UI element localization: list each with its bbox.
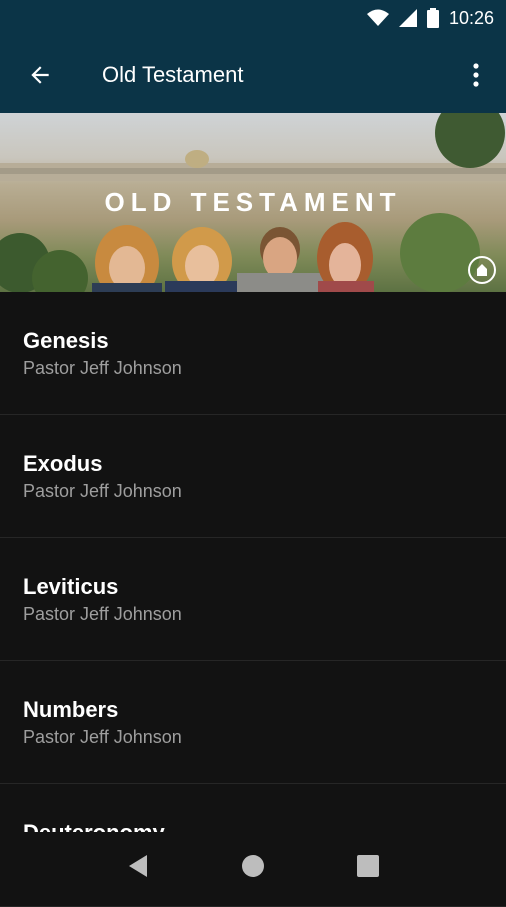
sermon-list: Genesis Pastor Jeff Johnson Exodus Pasto… (0, 292, 506, 907)
status-time: 10:26 (448, 7, 494, 28)
page-title: Old Testament (102, 61, 244, 87)
item-subtitle: Pastor Jeff Johnson (23, 358, 182, 378)
nav-recents-button[interactable] (348, 846, 388, 886)
nav-recents-icon (357, 855, 380, 877)
more-options-button[interactable] (446, 36, 506, 113)
wifi-icon (366, 9, 389, 26)
more-vert-icon (473, 62, 479, 87)
back-button[interactable] (0, 36, 80, 113)
church-logo-icon (468, 256, 496, 284)
list-item[interactable]: Exodus Pastor Jeff Johnson (0, 415, 506, 538)
item-subtitle: Pastor Jeff Johnson (23, 604, 182, 624)
back-arrow-icon (31, 65, 49, 84)
item-title: Exodus (23, 451, 103, 476)
item-subtitle: Pastor Jeff Johnson (23, 727, 182, 747)
battery-icon (426, 8, 439, 28)
banner-title: OLD TESTAMENT (104, 187, 402, 217)
item-title: Numbers (23, 697, 119, 722)
series-banner: OLD TESTAMENT (0, 113, 506, 292)
app-bar: Old Testament (0, 36, 506, 113)
item-title: Genesis (23, 328, 109, 353)
system-nav-bar (0, 832, 506, 900)
list-item[interactable]: Numbers Pastor Jeff Johnson (0, 661, 506, 784)
nav-back-button[interactable] (118, 846, 158, 886)
status-bar: 10:26 (0, 0, 506, 36)
nav-home-icon (241, 855, 264, 877)
item-title: Leviticus (23, 574, 119, 599)
nav-home-button[interactable] (233, 846, 273, 886)
list-item[interactable]: Genesis Pastor Jeff Johnson (0, 292, 506, 415)
list-item[interactable]: Leviticus Pastor Jeff Johnson (0, 538, 506, 661)
nav-back-icon (128, 855, 147, 877)
item-subtitle: Pastor Jeff Johnson (23, 481, 182, 501)
signal-icon (398, 9, 417, 27)
